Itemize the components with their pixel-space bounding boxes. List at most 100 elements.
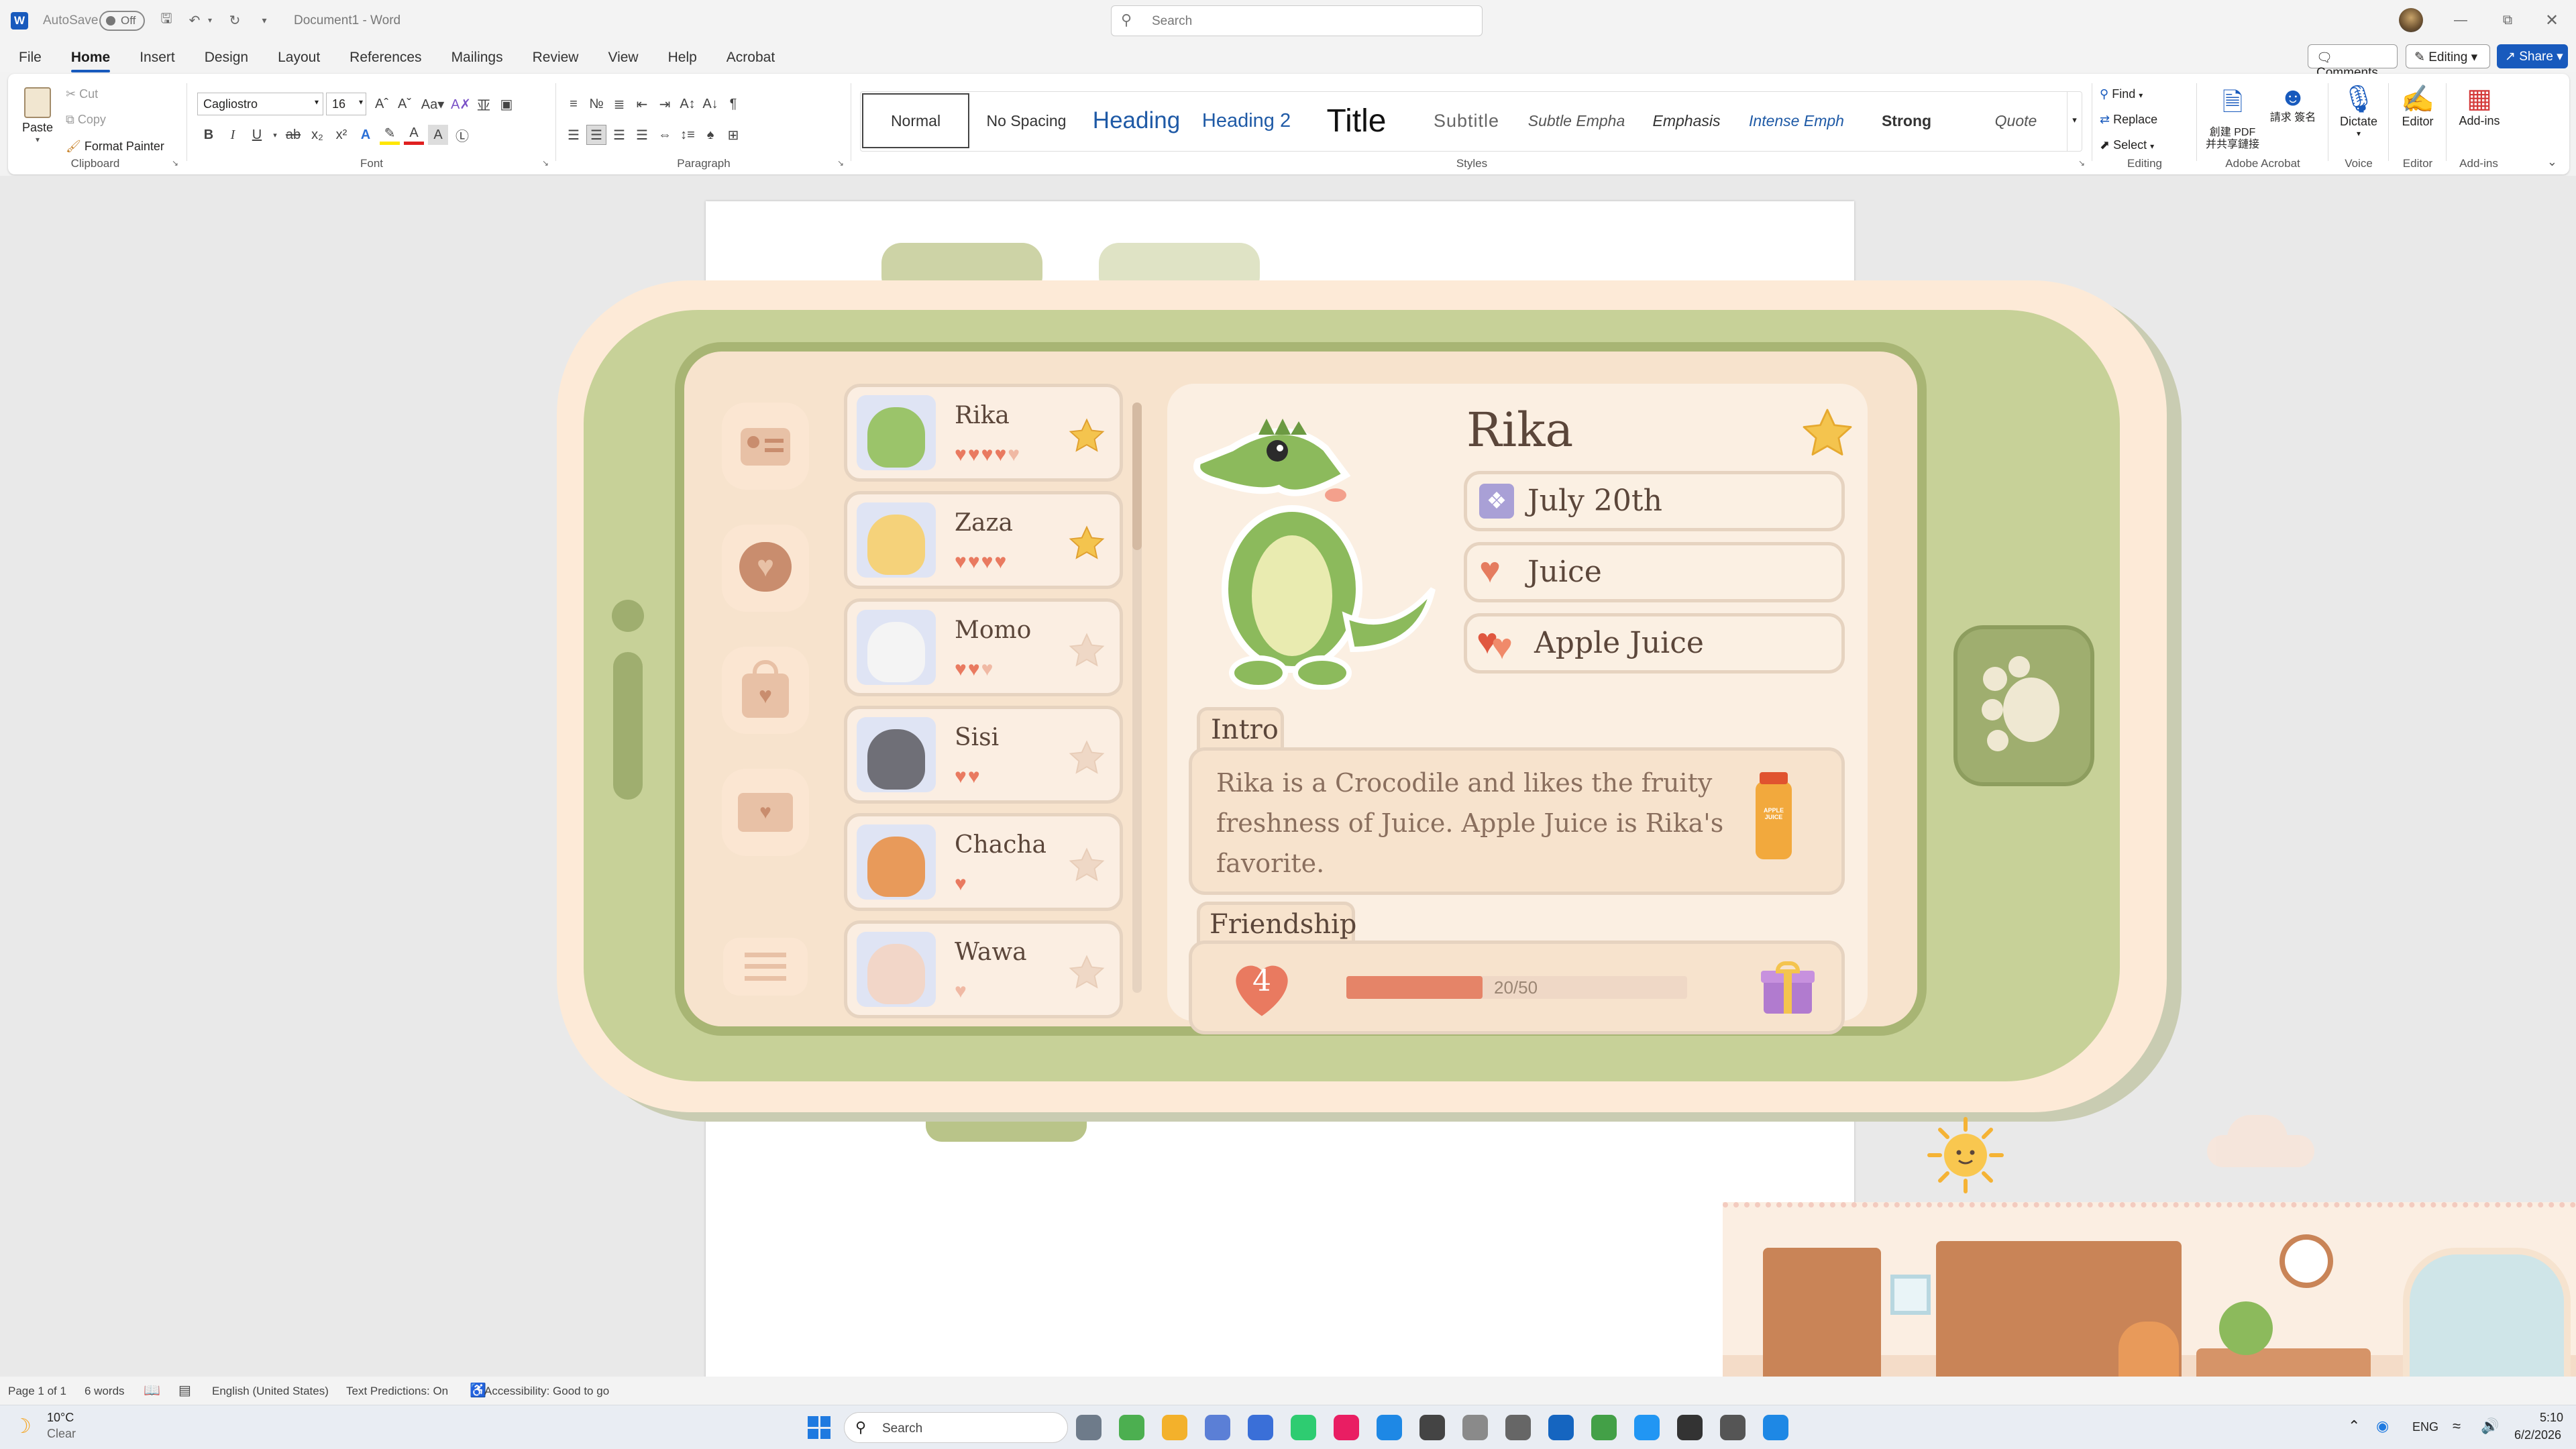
find-button[interactable]: ⚲ Find ▾ bbox=[2100, 87, 2143, 101]
tray-app-icon[interactable]: ◉ bbox=[2376, 1417, 2389, 1435]
character-card-chacha[interactable]: Chacha ♥ bbox=[844, 813, 1123, 911]
clear-formatting-icon[interactable]: A✗ bbox=[451, 94, 471, 114]
macro-icon[interactable]: ▤ bbox=[178, 1382, 191, 1399]
nav-mail-button[interactable]: ♥ bbox=[722, 769, 809, 856]
tab-acrobat[interactable]: Acrobat bbox=[712, 50, 790, 66]
font-color-icon[interactable]: A bbox=[404, 125, 424, 145]
tab-view[interactable]: View bbox=[593, 50, 653, 66]
tab-design[interactable]: Design bbox=[190, 50, 263, 66]
list-scrollbar[interactable] bbox=[1132, 402, 1142, 993]
input-language[interactable]: ENG bbox=[2412, 1420, 2438, 1434]
character-border-icon[interactable]: ▣ bbox=[496, 94, 517, 114]
show-hide-marks-icon[interactable]: ¶ bbox=[723, 94, 743, 114]
style-heading[interactable]: Heading bbox=[1082, 93, 1191, 148]
style-intense-emphasis[interactable]: Intense Emph bbox=[1742, 93, 1851, 148]
taskbar-app-icon[interactable] bbox=[1162, 1415, 1187, 1440]
language-status[interactable]: English (United States) bbox=[212, 1385, 329, 1398]
nav-profile-button[interactable] bbox=[722, 402, 809, 490]
star-empty-icon[interactable] bbox=[1067, 953, 1106, 992]
taskbar-app-icon[interactable] bbox=[1505, 1415, 1531, 1440]
enclose-character-icon[interactable]: Ⓛ bbox=[452, 125, 472, 145]
sort-icon[interactable]: A↓ bbox=[700, 94, 720, 114]
page-count[interactable]: Page 1 of 1 bbox=[8, 1385, 66, 1398]
editor-button[interactable]: ✍ Editor bbox=[2394, 83, 2442, 129]
underline-dropdown-icon[interactable]: ▾ bbox=[271, 125, 279, 145]
character-card-zaza[interactable]: Zaza ♥ ♥ ♥ ♥ bbox=[844, 491, 1123, 589]
nav-menu-button[interactable] bbox=[723, 938, 808, 996]
paw-home-button[interactable] bbox=[1953, 625, 2094, 786]
shop-scene-image[interactable] bbox=[1723, 1202, 2576, 1377]
character-card-sisi[interactable]: Sisi ♥ ♥ bbox=[844, 706, 1123, 804]
font-name-select[interactable]: Cagliostro ▾ bbox=[197, 93, 323, 115]
taskbar-app-icon[interactable] bbox=[1377, 1415, 1402, 1440]
tab-insert[interactable]: Insert bbox=[125, 50, 190, 66]
multilevel-list-icon[interactable]: ≣ bbox=[609, 94, 629, 114]
star-empty-icon[interactable] bbox=[1067, 631, 1106, 670]
clock-date[interactable]: 6/2/2026 bbox=[2514, 1428, 2561, 1442]
phonetic-guide-icon[interactable]: 亚 bbox=[474, 94, 494, 114]
style-subtle-emphasis[interactable]: Subtle Empha bbox=[1522, 93, 1631, 148]
taskbar-app-icon[interactable] bbox=[1677, 1415, 1703, 1440]
style-no-spacing[interactable]: No Spacing bbox=[972, 93, 1081, 148]
taskbar-app-icon[interactable] bbox=[1548, 1415, 1574, 1440]
tab-help[interactable]: Help bbox=[653, 50, 712, 66]
start-button[interactable] bbox=[808, 1416, 830, 1439]
superscript-icon[interactable]: x² bbox=[331, 125, 352, 145]
paragraph-launcher-icon[interactable]: ↘ bbox=[837, 158, 844, 168]
wifi-icon[interactable]: ≈ bbox=[2453, 1417, 2461, 1435]
strikethrough-icon[interactable]: ab bbox=[283, 125, 303, 145]
style-emphasis[interactable]: Emphasis bbox=[1632, 93, 1741, 148]
close-icon[interactable]: ✕ bbox=[2540, 9, 2564, 31]
copy-button[interactable]: ⧉ Copy bbox=[66, 113, 106, 127]
volume-icon[interactable]: 🔊 bbox=[2481, 1417, 2499, 1435]
character-card-rika[interactable]: Rika ♥ ♥ ♥ ♥ ♥ bbox=[844, 384, 1123, 482]
customize-qat-icon[interactable]: ▾ bbox=[256, 9, 272, 31]
replace-button[interactable]: ⇄ Replace bbox=[2100, 113, 2157, 127]
subscript-icon[interactable]: x₂ bbox=[307, 125, 327, 145]
addins-button[interactable]: ▦ Add-ins bbox=[2453, 83, 2506, 128]
weather-icon[interactable]: ☽ bbox=[13, 1415, 32, 1438]
editing-mode-button[interactable]: ✎ Editing ▾ bbox=[2406, 44, 2490, 68]
taskbar-app-icon[interactable] bbox=[1076, 1415, 1102, 1440]
list-scroll-thumb[interactable] bbox=[1132, 402, 1142, 550]
tab-review[interactable]: Review bbox=[518, 50, 594, 66]
align-center-icon[interactable]: ☰ bbox=[586, 125, 606, 145]
character-card-wawa[interactable]: Wawa ♥ bbox=[844, 920, 1123, 1018]
taskbar-app-icon[interactable] bbox=[1462, 1415, 1488, 1440]
game-phone-image[interactable]: ♥ ♥ ♥ Rika ♥ ♥ ♥ ♥ ♥ Zaza ♥ ♥ ♥ ♥ Momo ♥ ♥ ♥ Sisi ♥ ♥ Chac… bbox=[557, 243, 2167, 1142]
undo-icon[interactable]: ↶ bbox=[184, 9, 205, 31]
taskbar-app-icon[interactable] bbox=[1591, 1415, 1617, 1440]
taskbar-app-icon[interactable] bbox=[1248, 1415, 1273, 1440]
taskbar-app-icon[interactable] bbox=[1634, 1415, 1660, 1440]
share-button[interactable]: ↗ Share ▾ bbox=[2497, 44, 2568, 68]
align-left-icon[interactable]: ☰ bbox=[564, 125, 584, 145]
taskbar-search[interactable]: ⚲ Search bbox=[844, 1412, 1068, 1443]
redo-icon[interactable]: ↻ bbox=[224, 9, 246, 31]
request-signature-button[interactable]: ☻ 請求 簽名 bbox=[2265, 83, 2321, 124]
tab-mailings[interactable]: Mailings bbox=[437, 50, 518, 66]
star-empty-icon[interactable] bbox=[1067, 846, 1106, 885]
create-pdf-button[interactable]: 🗎 創建 PDF 并共享鏈接 bbox=[2204, 83, 2261, 151]
shrink-font-icon[interactable]: Aˇ bbox=[394, 94, 415, 114]
style-normal[interactable]: Normal bbox=[862, 93, 969, 148]
nav-bag-button[interactable]: ♥ bbox=[722, 647, 809, 734]
taskbar-app-icon[interactable] bbox=[1119, 1415, 1144, 1440]
word-logo-icon[interactable]: W bbox=[11, 12, 28, 30]
taskbar-app-icon[interactable] bbox=[1720, 1415, 1746, 1440]
tab-layout[interactable]: Layout bbox=[263, 50, 335, 66]
bullets-icon[interactable]: ≡ bbox=[564, 94, 584, 114]
style-quote[interactable]: Quote bbox=[1962, 93, 2070, 148]
styles-more-icon[interactable]: ▾ bbox=[2067, 92, 2082, 151]
taskbar-app-icon[interactable] bbox=[1419, 1415, 1445, 1440]
favorite-star-icon[interactable] bbox=[1799, 405, 1856, 462]
distributed-icon[interactable]: ⇔ bbox=[655, 125, 675, 145]
dictate-button[interactable]: 🎙 Dictate ▾ bbox=[2334, 83, 2383, 138]
paste-button[interactable]: Paste ▾ bbox=[17, 85, 58, 154]
clipboard-launcher-icon[interactable]: ↘ bbox=[172, 158, 178, 168]
weather-temp[interactable]: 10°C bbox=[47, 1411, 74, 1425]
underline-icon[interactable]: U bbox=[247, 125, 267, 145]
increase-indent-icon[interactable]: ⇥ bbox=[655, 94, 675, 114]
taskbar-app-icon[interactable] bbox=[1205, 1415, 1230, 1440]
user-avatar[interactable] bbox=[2399, 8, 2423, 32]
character-card-momo[interactable]: Momo ♥ ♥ ♥ bbox=[844, 598, 1123, 696]
